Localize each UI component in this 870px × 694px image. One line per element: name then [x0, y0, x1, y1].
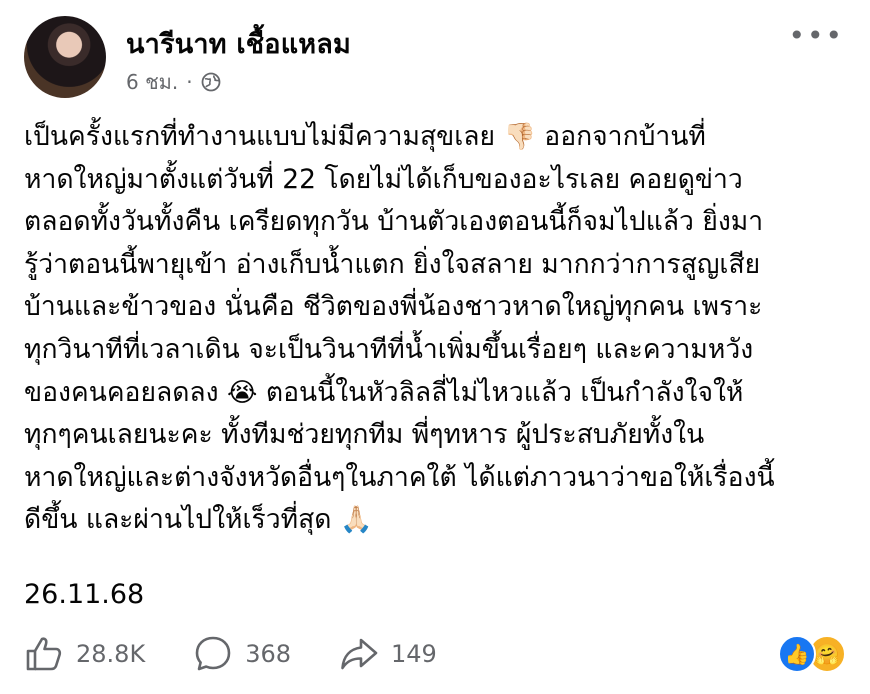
praying-hands-emoji-icon: 🙏🏻 [339, 505, 373, 536]
post-message: เป็นครั้งแรกที่ทำงานแบบไม่มีความสุขเลย 👎… [24, 116, 854, 542]
like-count: 28.8K [76, 640, 146, 668]
post-time[interactable]: 6 ชม. [126, 66, 178, 98]
share-button[interactable]: 149 [339, 634, 437, 674]
thumbs-up-icon [26, 637, 62, 671]
author-avatar[interactable] [24, 16, 106, 98]
thumbs-down-emoji-icon: 👎🏻 [503, 122, 536, 152]
more-options-icon[interactable]: ••• [788, 22, 844, 50]
comment-bubble-icon [195, 636, 231, 671]
message-text-1: เป็นครั้งแรกที่ทำงานแบบไม่มีความสุขเลย [24, 121, 504, 152]
post-date: 26.11.68 [24, 579, 145, 610]
post-actions-bar: 28.8K 368 149 👍 🤗 [24, 632, 846, 676]
like-button[interactable]: 28.8K [24, 634, 145, 674]
crying-emoji-icon: 😭 [227, 377, 258, 408]
facebook-post: นารีนาท เชื้อแหลม 6 ชม. · ••• เป็นครั้งแ… [0, 0, 870, 694]
author-name[interactable]: นารีนาท เชื้อแหลม [126, 22, 351, 65]
like-reaction-icon: 👍 [778, 635, 816, 673]
comment-count: 368 [245, 640, 291, 668]
share-count: 149 [391, 640, 437, 668]
meta-separator: · [186, 70, 193, 94]
share-arrow-icon [341, 638, 378, 670]
globe-icon[interactable] [201, 72, 221, 92]
reaction-summary[interactable]: 👍 🤗 [778, 635, 846, 673]
comment-button[interactable]: 368 [193, 634, 291, 674]
message-text-2: ออกจากบ้านที่ หาดใหญ่มาตั้งแต่วันที่ 22 … [24, 121, 764, 408]
post-meta: 6 ชม. · [126, 66, 221, 98]
